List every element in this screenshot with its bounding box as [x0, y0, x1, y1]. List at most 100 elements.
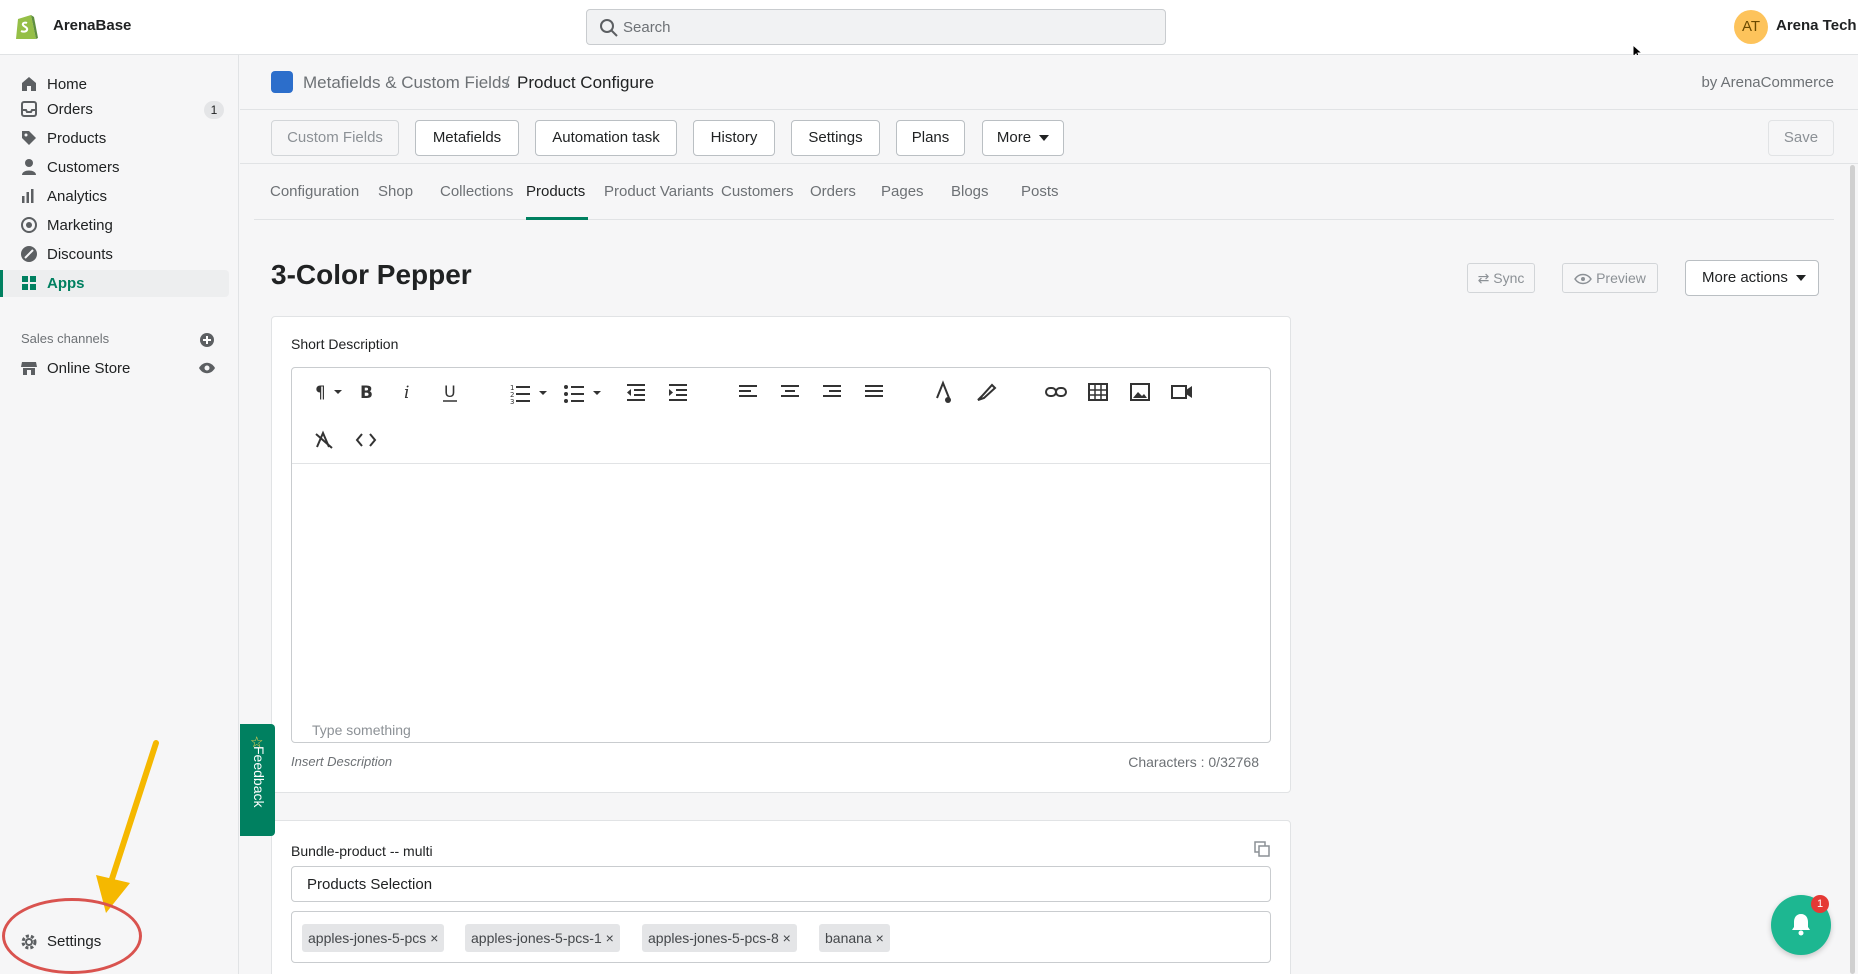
eye-icon: [1574, 274, 1592, 285]
character-count: Characters : 0/32768: [1128, 754, 1259, 770]
breadcrumb-app[interactable]: Metafields & Custom Fields: [303, 73, 510, 93]
top-bar: ArenaBase Search AT Arena Tech: [0, 0, 1858, 60]
preview-button[interactable]: Preview: [1562, 263, 1658, 293]
align-center-icon[interactable]: [778, 380, 802, 404]
more-actions-button[interactable]: More actions: [1685, 260, 1819, 296]
products-selection-value: Products Selection: [307, 876, 433, 893]
image-icon[interactable]: [1128, 380, 1152, 404]
product-tag[interactable]: apples-jones-5-pcs-1 ×: [465, 924, 620, 952]
paragraph-format-icon[interactable]: ¶: [312, 380, 348, 404]
align-right-icon[interactable]: [820, 380, 844, 404]
sidebar-item-label: Analytics: [47, 188, 108, 205]
save-button[interactable]: Save: [1768, 120, 1834, 156]
metafields-button[interactable]: Metafields: [415, 120, 519, 156]
ordered-list-icon[interactable]: 123: [508, 380, 552, 404]
outdent-icon[interactable]: [624, 380, 648, 404]
shopify-logo-icon[interactable]: [14, 12, 40, 42]
italic-icon[interactable]: i: [396, 380, 420, 404]
svg-text:U: U: [444, 382, 456, 401]
svg-text:¶: ¶: [315, 383, 326, 403]
plans-button[interactable]: Plans: [896, 120, 965, 156]
store-name[interactable]: ArenaBase: [53, 17, 131, 34]
sidebar-item-analytics[interactable]: Analytics: [0, 183, 229, 210]
search-icon: [600, 19, 618, 37]
bold-icon[interactable]: B: [354, 380, 378, 404]
tab-products[interactable]: Products: [526, 183, 585, 200]
search-placeholder: Search: [623, 19, 671, 36]
tab-collections[interactable]: Collections: [440, 183, 513, 200]
tab-product-variants[interactable]: Product Variants: [604, 183, 714, 200]
sidebar-item-label: Marketing: [47, 217, 113, 234]
person-icon: [22, 159, 36, 175]
add-channel-icon[interactable]: [199, 332, 215, 348]
tab-orders[interactable]: Orders: [810, 183, 856, 200]
text-color-icon[interactable]: [932, 380, 956, 404]
field-label: Bundle-product -- multi: [291, 843, 433, 859]
tab-posts[interactable]: Posts: [1021, 183, 1059, 200]
sidebar-item-orders[interactable]: Orders 1: [0, 96, 229, 123]
toolbar: Custom Fields Metafields Automation task…: [240, 110, 1858, 164]
sync-button[interactable]: ⇄ Sync: [1467, 263, 1535, 293]
settings-button[interactable]: Settings: [791, 120, 880, 156]
svg-text:i: i: [404, 383, 409, 403]
products-selection-field[interactable]: Products Selection: [291, 866, 1271, 902]
search-input[interactable]: Search: [586, 9, 1166, 45]
sidebar-item-marketing[interactable]: Marketing: [0, 212, 229, 239]
product-tag[interactable]: banana ×: [819, 924, 890, 952]
active-tab-indicator: [526, 217, 588, 220]
sidebar-item-apps[interactable]: Apps: [0, 270, 229, 297]
user-name[interactable]: Arena Tech: [1776, 17, 1857, 34]
indent-icon[interactable]: [666, 380, 690, 404]
notification-count-badge: 1: [1811, 895, 1829, 913]
rich-text-editor[interactable]: ¶ B i U 123 Type something: [291, 367, 1271, 743]
tab-blogs[interactable]: Blogs: [951, 183, 989, 200]
link-icon[interactable]: [1044, 380, 1068, 404]
sidebar-item-label: Orders: [47, 101, 93, 118]
product-tag-label: apples-jones-5-pcs-8: [648, 930, 779, 946]
notification-button[interactable]: 1: [1771, 895, 1831, 955]
sidebar-item-discounts[interactable]: Discounts: [0, 241, 229, 268]
product-tag[interactable]: apples-jones-5-pcs-8 ×: [642, 924, 797, 952]
product-tag-label: apples-jones-5-pcs: [308, 930, 427, 946]
bundle-product-card: Bundle-product -- multi Products Selecti…: [271, 820, 1291, 974]
video-icon[interactable]: [1170, 380, 1194, 404]
sidebar-item-online-store[interactable]: Online Store: [0, 355, 229, 382]
avatar[interactable]: AT: [1734, 10, 1768, 44]
tab-shop[interactable]: Shop: [378, 183, 413, 200]
bar-chart-icon: [22, 189, 34, 203]
automation-task-button[interactable]: Automation task: [535, 120, 677, 156]
tab-pages[interactable]: Pages: [881, 183, 924, 200]
svg-text:3: 3: [510, 398, 514, 404]
product-tag[interactable]: apples-jones-5-pcs ×: [302, 924, 445, 952]
underline-icon[interactable]: U: [438, 380, 462, 404]
home-icon: [22, 77, 36, 91]
custom-fields-button[interactable]: Custom Fields: [271, 120, 399, 156]
align-left-icon[interactable]: [736, 380, 760, 404]
scrollbar[interactable]: [1850, 165, 1855, 974]
clear-formatting-icon[interactable]: [312, 428, 336, 452]
highlight-icon[interactable]: [974, 380, 998, 404]
sidebar-item-products[interactable]: Products: [0, 125, 229, 152]
product-tag-label: banana: [825, 930, 872, 946]
short-description-card: Short Description ¶ B i U 123 Type somet…: [271, 316, 1291, 793]
feedback-tab[interactable]: ☆ Feedback: [240, 724, 275, 836]
remove-tag-icon[interactable]: ×: [430, 930, 438, 946]
table-icon[interactable]: [1086, 380, 1110, 404]
remove-tag-icon[interactable]: ×: [606, 930, 614, 946]
selected-products-tags[interactable]: apples-jones-5-pcs × apples-jones-5-pcs-…: [291, 911, 1271, 963]
caret-down-icon: [1795, 275, 1806, 282]
code-view-icon[interactable]: [354, 428, 378, 452]
history-button[interactable]: History: [693, 120, 775, 156]
tab-configuration[interactable]: Configuration: [270, 183, 359, 200]
copy-icon[interactable]: [1254, 841, 1270, 857]
eye-icon[interactable]: [198, 361, 216, 375]
remove-tag-icon[interactable]: ×: [783, 930, 791, 946]
sidebar-item-label: Apps: [47, 275, 85, 292]
remove-tag-icon[interactable]: ×: [876, 930, 884, 946]
sidebar-item-customers[interactable]: Customers: [0, 154, 229, 181]
tab-customers[interactable]: Customers: [721, 183, 794, 200]
sidebar-item-home[interactable]: Home: [0, 71, 229, 98]
bulleted-list-icon[interactable]: [562, 380, 606, 404]
more-button[interactable]: More: [982, 120, 1064, 156]
align-justify-icon[interactable]: [862, 380, 886, 404]
